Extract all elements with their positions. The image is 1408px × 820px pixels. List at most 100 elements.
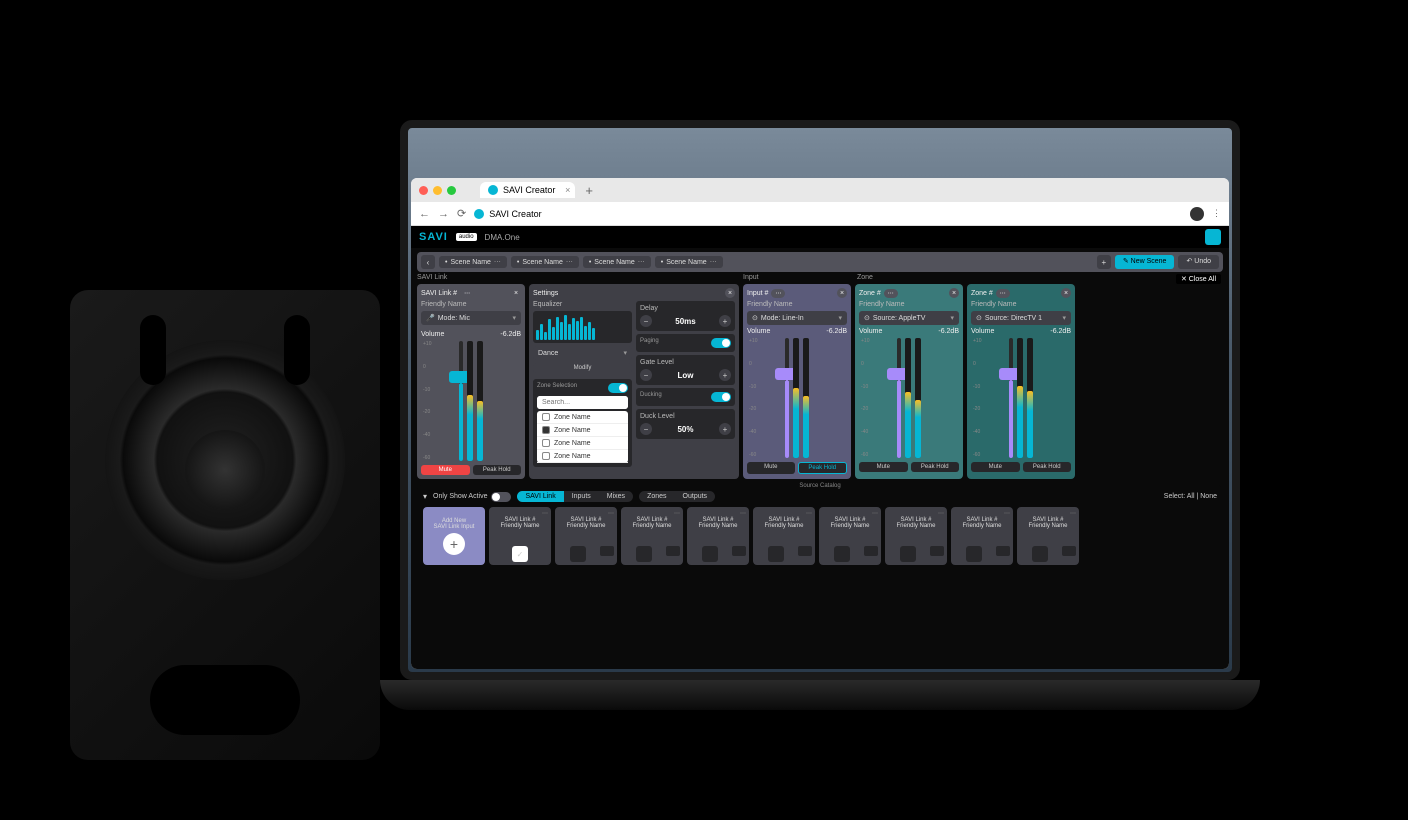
mute-button[interactable]: Mute	[421, 465, 470, 475]
input-panel: Input #⋯× Friendly Name ⊙ Mode: Line-In▾…	[743, 284, 851, 479]
browser-tab[interactable]: SAVI Creator ×	[480, 182, 575, 198]
zone-item[interactable]: Zone Name	[537, 411, 628, 424]
close-icon[interactable]: ×	[837, 288, 847, 298]
scene-chip[interactable]: • Scene Name ⋯	[439, 256, 507, 268]
scene-chip[interactable]: • Scene Name ⋯	[583, 256, 651, 268]
url-input[interactable]: SAVI Creator	[474, 209, 1182, 219]
card-checkbox[interactable]: ✓	[512, 546, 528, 562]
favicon	[488, 185, 498, 195]
scene-chip[interactable]: • Scene Name ⋯	[655, 256, 723, 268]
only-active-toggle[interactable]: Only Show Active	[433, 492, 511, 502]
catalog-card[interactable]: ⋯SAVI Link #Friendly Name	[819, 507, 881, 565]
peak-hold-button[interactable]: Peak Hold	[1023, 462, 1072, 472]
new-scene-button[interactable]: ✎ New Scene	[1115, 255, 1175, 269]
volume-slider[interactable]: +100-10-20-40-60	[859, 338, 959, 458]
close-icon[interactable]: ×	[949, 288, 959, 298]
volume-slider[interactable]: +100-10-20-40-60	[747, 338, 847, 458]
laptop-base	[380, 680, 1260, 710]
panel-title: Settings	[533, 290, 558, 297]
zone-item[interactable]: Zone Name	[537, 437, 628, 450]
duck-stepper[interactable]: −50%+	[640, 423, 731, 435]
panel-subtitle: Friendly Name	[747, 301, 847, 308]
back-icon[interactable]: ←	[419, 208, 430, 220]
new-tab-button[interactable]: +	[579, 183, 599, 198]
volume-value: -6.2dB	[826, 328, 847, 335]
add-new-card[interactable]: Add NewSAVI Link Input +	[423, 507, 485, 565]
profile-avatar[interactable]	[1190, 207, 1204, 221]
mode-select[interactable]: 🎤 Mode: Mic▾	[421, 311, 521, 325]
close-icon[interactable]: ×	[565, 185, 570, 195]
mute-button[interactable]: Mute	[859, 462, 908, 472]
catalog-card[interactable]: ⋯SAVI Link #Friendly Name	[1017, 507, 1079, 565]
settings-panel: Settings× Equalizer Dance▾ Modify Zone S…	[529, 284, 739, 479]
catalog-card[interactable]: ⋯SAVI Link #Friendly Name	[753, 507, 815, 565]
source-select[interactable]: ⊙ Source: DirecTV 1▾	[971, 311, 1071, 325]
gate-stepper[interactable]: −Low+	[640, 369, 731, 381]
catalog-card[interactable]: ⋯SAVI Link #Friendly Name	[687, 507, 749, 565]
zone-item[interactable]: Zone Name	[537, 424, 628, 437]
more-icon[interactable]: ⋯	[996, 289, 1010, 298]
volume-slider[interactable]: +100-10-20-40-60	[421, 341, 521, 461]
paging-toggle[interactable]	[711, 338, 731, 348]
preset-select[interactable]: Dance▾	[533, 346, 632, 360]
mute-button[interactable]: Mute	[971, 462, 1020, 472]
peak-hold-button[interactable]: Peak Hold	[798, 462, 848, 474]
delay-stepper[interactable]: −50ms+	[640, 315, 731, 327]
all-none-toggle[interactable]: All | None	[1187, 493, 1217, 500]
close-icon[interactable]: ×	[1061, 288, 1071, 298]
catalog-card[interactable]: ⋯ SAVI Link #Friendly Name ✓	[489, 507, 551, 565]
forward-icon[interactable]: →	[438, 208, 449, 220]
zone-search-input[interactable]	[537, 396, 628, 409]
close-icon[interactable]: ×	[725, 288, 735, 298]
panel-title: Zone #	[971, 290, 993, 297]
panel-subtitle: Friendly Name	[971, 301, 1071, 308]
more-icon[interactable]: ⋯	[771, 289, 785, 298]
window-controls[interactable]	[419, 186, 456, 195]
peak-hold-button[interactable]: Peak Hold	[911, 462, 960, 472]
equalizer[interactable]	[533, 311, 632, 343]
catalog-label: Source Catalog	[795, 483, 844, 489]
logo: SAVI	[419, 231, 448, 243]
catalog-card[interactable]: ⋯SAVI Link #Friendly Name	[621, 507, 683, 565]
scene-prev[interactable]: ‹	[421, 255, 435, 269]
chevron-down-icon[interactable]: ▾	[423, 492, 427, 501]
more-icon[interactable]: ⋯	[884, 289, 898, 298]
volume-value: -6.2dB	[938, 328, 959, 335]
source-catalog: Source Catalog ▾ Only Show Active SAVI L…	[417, 485, 1223, 571]
panel-subtitle: Friendly Name	[859, 301, 959, 308]
mode-select[interactable]: ⊙ Mode: Line-In▾	[747, 311, 847, 325]
scene-chip[interactable]: • Scene Name ⋯	[511, 256, 579, 268]
scenes-bar: ‹ • Scene Name ⋯ • Scene Name ⋯ • Scene …	[417, 252, 1223, 272]
section-label: SAVI Link	[417, 274, 447, 281]
eq-label: Equalizer	[533, 301, 632, 308]
duck-level-label: Duck Level	[640, 413, 731, 420]
catalog-tabs-2[interactable]: Zones Outputs	[639, 491, 715, 502]
hamburger-button[interactable]	[1205, 229, 1221, 245]
zone-item[interactable]: Zone Name	[537, 450, 628, 463]
zone-panel: Zone #⋯× Friendly Name ⊙ Source: AppleTV…	[855, 284, 963, 479]
ducking-toggle[interactable]	[711, 392, 731, 402]
source-select[interactable]: ⊙ Source: AppleTV▾	[859, 311, 959, 325]
menu-icon[interactable]: ⋮	[1212, 208, 1221, 219]
close-all-button[interactable]: ✕ Close All	[1176, 274, 1221, 284]
laptop-frame: SAVI Creator × + ← → ⟳ SAVI Creator ⋮ SA…	[400, 120, 1240, 680]
catalog-tabs[interactable]: SAVI Link Inputs Mixes	[517, 491, 633, 502]
mute-button[interactable]: Mute	[747, 462, 795, 474]
catalog-card[interactable]: ⋯SAVI Link #Friendly Name	[555, 507, 617, 565]
reload-icon[interactable]: ⟳	[457, 207, 466, 220]
undo-button[interactable]: ↶ Undo	[1178, 255, 1219, 269]
panel-title: SAVI Link #	[421, 290, 457, 297]
scene-add[interactable]: +	[1097, 255, 1111, 269]
section-label: Zone	[857, 274, 873, 281]
catalog-card[interactable]: ⋯SAVI Link #Friendly Name	[885, 507, 947, 565]
volume-label: Volume	[747, 328, 770, 335]
more-icon[interactable]: ⋯	[460, 289, 474, 298]
main-panels: SAVI Link Input Zone ✕ Close All SAVI Li…	[411, 276, 1229, 479]
volume-slider[interactable]: +100-10-20-40-60	[971, 338, 1071, 458]
zone-sel-toggle[interactable]	[608, 383, 628, 393]
url-text: SAVI Creator	[489, 209, 541, 219]
peak-hold-button[interactable]: Peak Hold	[473, 465, 522, 475]
close-icon[interactable]: ×	[511, 288, 521, 298]
catalog-card[interactable]: ⋯SAVI Link #Friendly Name	[951, 507, 1013, 565]
modify-button[interactable]: Modify	[533, 363, 632, 373]
